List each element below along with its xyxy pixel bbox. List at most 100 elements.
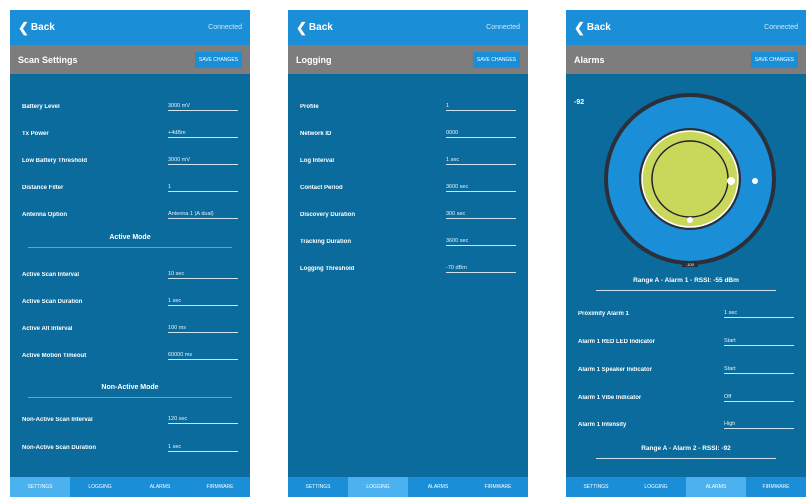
setting-value-field[interactable]: High <box>724 421 794 429</box>
setting-value-field[interactable]: 300 sec <box>446 211 516 219</box>
tab-firmware[interactable]: FIRMWARE <box>468 477 528 497</box>
title-bar: Scan Settings SAVE CHANGES <box>10 45 250 74</box>
setting-row: Alarm 1 Vibe Indicator Off <box>578 391 794 405</box>
setting-label: Contact Period <box>300 185 343 191</box>
setting-value-field[interactable]: Off <box>724 394 794 402</box>
title-bar: Alarms SAVE CHANGES <box>566 45 806 74</box>
setting-value-field[interactable]: 1 <box>168 184 238 192</box>
bottom-tab-bar: SETTINGS LOGGING ALARMS FIRMWARE <box>566 477 806 497</box>
setting-row: Active Motion Timeout 60000 ms <box>22 349 238 363</box>
setting-label: Tx Power <box>22 131 49 137</box>
page-title: Logging <box>296 54 332 65</box>
setting-label: Alarm 1 RED LED Indicator <box>578 339 656 345</box>
section-heading-non-active: Non-Active Mode <box>28 380 232 398</box>
chevron-left-icon: ❮ <box>574 19 585 35</box>
setting-value-field[interactable]: 1 <box>446 103 516 111</box>
tab-alarms[interactable]: ALARMS <box>408 477 468 497</box>
setting-row: Battery Level 3000 mV <box>22 100 238 114</box>
rssi-range-radar[interactable]: -92 -100 <box>566 74 806 269</box>
setting-label: Log Interval <box>300 158 335 164</box>
tab-alarms[interactable]: ALARMS <box>686 477 746 497</box>
setting-value-field[interactable]: 60000 ms <box>168 352 238 360</box>
bottom-tab-bar: SETTINGS LOGGING ALARMS FIRMWARE <box>288 477 528 497</box>
range-handle-c[interactable] <box>687 217 693 223</box>
setting-label: Profile <box>300 104 319 110</box>
setting-value-field[interactable]: 100 ms <box>168 325 238 333</box>
setting-row: Non-Active Scan Interval 120 sec <box>22 413 238 427</box>
setting-value-field[interactable]: Start <box>724 338 794 346</box>
top-bar: ❮ Back Connected <box>10 10 250 45</box>
setting-row: Distance Filter 1 <box>22 181 238 195</box>
back-button[interactable]: ❮ Back <box>574 20 611 36</box>
alarms-screen: ❮ Back Connected Alarms SAVE CHANGES -92… <box>566 10 806 497</box>
tab-alarms[interactable]: ALARMS <box>130 477 190 497</box>
page-title: Scan Settings <box>18 54 78 65</box>
range-b-heading: Range A - Alarm 2 - RSSI: -92 <box>596 445 776 459</box>
setting-value-field[interactable]: 1 sec <box>168 444 238 452</box>
connection-status: Connected <box>208 24 242 31</box>
setting-label: Active Alt Interval <box>22 326 73 332</box>
setting-row: Antenna Option Antenna 1 (A dual) <box>22 208 238 222</box>
save-changes-button[interactable]: SAVE CHANGES <box>194 51 242 68</box>
setting-row: Active Scan Interval 10 sec <box>22 268 238 282</box>
save-changes-button[interactable]: SAVE CHANGES <box>472 51 520 68</box>
setting-row: Profile 1 <box>300 100 516 114</box>
setting-label: Active Scan Interval <box>22 272 80 278</box>
setting-label: Antenna Option <box>22 212 67 218</box>
connection-status: Connected <box>486 24 520 31</box>
radar-value-label: -92 <box>574 99 584 106</box>
tab-settings[interactable]: SETTINGS <box>288 477 348 497</box>
tab-logging[interactable]: LOGGING <box>348 477 408 497</box>
setting-label: Alarm 1 Speaker Indicator <box>578 367 653 373</box>
range-handle-a[interactable] <box>727 177 735 185</box>
back-button[interactable]: ❮ Back <box>296 20 333 36</box>
section-heading-active: Active Mode <box>28 230 232 248</box>
setting-value-field[interactable]: 1 sec <box>446 157 516 165</box>
setting-label: Alarm 1 Intensity <box>578 422 627 428</box>
tab-logging[interactable]: LOGGING <box>626 477 686 497</box>
chevron-left-icon: ❮ <box>296 19 307 35</box>
range-handle-b[interactable] <box>752 178 758 184</box>
save-changes-button[interactable]: SAVE CHANGES <box>750 51 798 68</box>
setting-value-field[interactable]: -70 dBm <box>446 265 516 273</box>
setting-value-field[interactable]: 3000 mV <box>168 157 238 165</box>
setting-row: Alarm 1 Intensity High <box>578 418 794 432</box>
setting-label: Tracking Duration <box>300 239 352 245</box>
setting-value-field[interactable]: 1 sec <box>724 310 794 318</box>
back-label: Back <box>308 22 333 33</box>
setting-value-field[interactable]: 120 sec <box>168 416 238 424</box>
tab-settings[interactable]: SETTINGS <box>10 477 70 497</box>
setting-value-field[interactable]: Antenna 1 (A dual) <box>168 211 238 219</box>
back-label: Back <box>30 22 55 33</box>
bottom-tab-bar: SETTINGS LOGGING ALARMS FIRMWARE <box>10 477 250 497</box>
tab-logging[interactable]: LOGGING <box>70 477 130 497</box>
setting-value-field[interactable]: 0000 <box>446 130 516 138</box>
setting-value-field[interactable]: 10 sec <box>168 271 238 279</box>
back-button[interactable]: ❮ Back <box>18 20 55 36</box>
tab-firmware[interactable]: FIRMWARE <box>746 477 806 497</box>
tab-firmware[interactable]: FIRMWARE <box>190 477 250 497</box>
setting-label: Logging Threshold <box>300 266 355 272</box>
setting-row: Proximity Alarm 1 1 sec <box>578 307 794 321</box>
top-bar: ❮ Back Connected <box>566 10 806 45</box>
setting-label: Low Battery Threshold <box>22 158 88 164</box>
setting-value-field[interactable]: 3600 sec <box>446 238 516 246</box>
setting-row: Logging Threshold -70 dBm <box>300 262 516 276</box>
setting-row: Tx Power +4dBm <box>22 127 238 141</box>
logging-screen: ❮ Back Connected Logging SAVE CHANGES Pr… <box>288 10 528 497</box>
radar-inner-ring <box>651 140 729 218</box>
chevron-left-icon: ❮ <box>18 19 29 35</box>
connection-status: Connected <box>764 24 798 31</box>
setting-row: Non-Active Scan Duration 1 sec <box>22 441 238 455</box>
setting-label: Active Scan Duration <box>22 299 83 305</box>
tab-settings[interactable]: SETTINGS <box>566 477 626 497</box>
setting-value-field[interactable]: 1 sec <box>168 298 238 306</box>
radar-bottom-label: -100 <box>686 262 695 267</box>
setting-label: Network ID <box>300 131 332 137</box>
range-a-heading: Range A - Alarm 1 - RSSI: -55 dBm <box>596 277 776 291</box>
setting-value-field[interactable]: 3000 mV <box>168 103 238 111</box>
setting-value-field[interactable]: Start <box>724 366 794 374</box>
setting-value-field[interactable]: 3600 sec <box>446 184 516 192</box>
setting-value-field[interactable]: +4dBm <box>168 130 238 138</box>
setting-label: Discovery Duration <box>300 212 356 218</box>
